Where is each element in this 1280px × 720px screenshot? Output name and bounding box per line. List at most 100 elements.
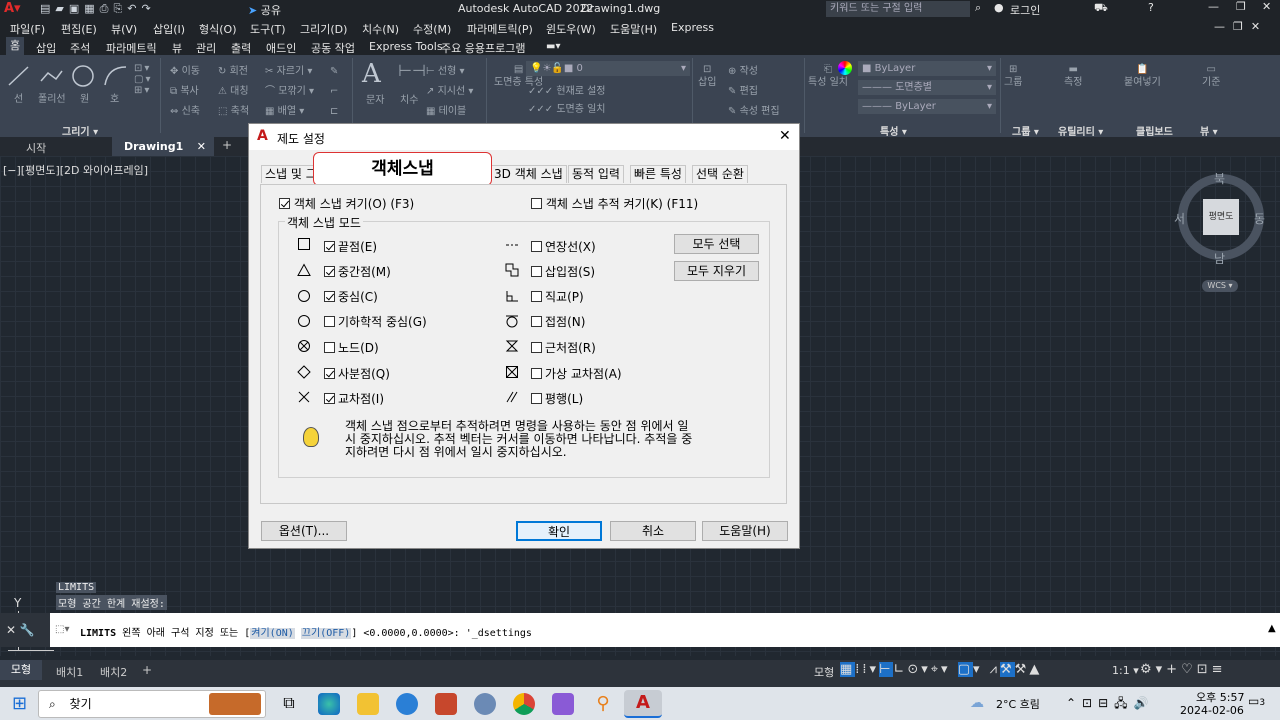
dialog-title-bar[interactable]: A 제도 설정 ✕ — [249, 124, 799, 150]
help-button[interactable]: 도움말(H) — [702, 521, 788, 541]
chrome-icon[interactable] — [513, 693, 535, 715]
match-layer-button[interactable]: ✓✓✓ 도면층 일치 — [528, 100, 606, 115]
weather-label[interactable]: 2°C 흐림 — [996, 696, 1040, 712]
osnap-tracking-checkbox[interactable]: 객체 스냅 추적 켜기(K) (F11) — [531, 195, 698, 212]
tab-annotate[interactable]: 주석 — [70, 40, 90, 56]
dimension-tool-label[interactable]: 치수 — [400, 91, 418, 106]
viewport-controls-label[interactable]: [−][평면도][2D 와이어프레임] — [3, 162, 148, 178]
draw-group-title[interactable]: 그리기 ▾ — [62, 123, 98, 138]
command-line-handle[interactable]: ✕ 🔧 — [0, 613, 50, 647]
right-mode-checkbox[interactable]: 직교(P) — [531, 288, 584, 305]
create-block-button[interactable]: ⊕ 작성 — [728, 62, 758, 77]
text-tool-icon[interactable]: A — [362, 59, 381, 89]
viewcube-east[interactable]: 동 — [1254, 210, 1265, 227]
base-view-button[interactable]: ▭ 기준 — [1202, 63, 1220, 89]
help-icon[interactable]: ? — [1148, 1, 1154, 14]
search-app-icon[interactable]: ⚲ — [592, 693, 614, 715]
clock-time[interactable]: 오후 5:57 — [1196, 689, 1244, 705]
array-tool[interactable]: ▦ 배열 ▾ — [265, 102, 304, 117]
close-button[interactable]: ✕ — [1262, 0, 1271, 13]
share-button[interactable]: ➤ 공유 — [248, 2, 281, 18]
set-current-button[interactable]: ✓✓✓ 현재로 설정 — [528, 82, 606, 97]
user-icon[interactable]: ● — [994, 1, 1004, 14]
circle-icon[interactable] — [70, 63, 96, 89]
polyline-icon[interactable] — [38, 63, 64, 89]
ok-button[interactable]: 확인 — [516, 521, 602, 541]
menu-file[interactable]: 파일(F) — [10, 21, 45, 37]
scale-tool[interactable]: ⬚ 축척 — [218, 102, 249, 117]
windows-start-icon[interactable]: ⊞ — [12, 693, 27, 714]
utilities-group-title[interactable]: 유틸리티 ▾ — [1058, 123, 1103, 138]
new-tab-button[interactable]: + — [222, 138, 232, 152]
draw-extra-icons[interactable]: ⊡▾ ▢▾ ⊞▾ — [134, 63, 152, 96]
option-off[interactable]: 끄기(OFF) — [300, 628, 352, 639]
tab-output[interactable]: 출력 — [231, 40, 251, 56]
edit-attrib-button[interactable]: ✎ 속성 편집 — [728, 102, 780, 117]
left-mode-checkbox[interactable]: 중간점(M) — [324, 263, 391, 280]
drawing-tab[interactable]: Drawing1 ✕ — [112, 137, 214, 156]
left-mode-checkbox[interactable]: 끝점(E) — [324, 238, 377, 255]
command-prompt-icon[interactable]: ⬚▾ — [55, 624, 69, 635]
autocad-logo-icon[interactable]: A▾ — [4, 1, 21, 17]
ribbon-toggle-icon[interactable]: ▬▾ — [546, 41, 560, 52]
status-tool-icons[interactable]: ▦⁞⁞▾⊢∟⊙▾⌖▾ ▢▾ ⩘⚒⚒▲ — [840, 662, 1042, 677]
right-mode-checkbox[interactable]: 근처점(R) — [531, 339, 596, 356]
mirror-tool[interactable]: ⚠ 대칭 — [218, 82, 249, 97]
left-mode-checkbox[interactable]: 노드(D) — [324, 339, 379, 356]
clock-date[interactable]: 2024-02-06 — [1180, 704, 1244, 717]
menu-help[interactable]: 도움말(H) — [610, 21, 657, 37]
lineweight-dropdown[interactable]: ——— ByLayer ▾ — [858, 99, 996, 114]
start-tab[interactable]: 시작 — [26, 140, 46, 156]
menu-view[interactable]: 뷰(V) — [111, 21, 137, 37]
properties-group-title[interactable]: 특성 ▾ — [880, 123, 907, 138]
viewcube-north[interactable]: 북 — [1214, 170, 1225, 187]
taskbar-search[interactable]: ⌕ 찾기 — [38, 690, 266, 718]
text-tool-label[interactable]: 문자 — [366, 91, 384, 106]
minimize-button[interactable]: — — [1208, 0, 1219, 13]
scale-button[interactable]: 1:1 ▾ — [1112, 664, 1139, 677]
tab-view[interactable]: 뷰 — [172, 40, 182, 56]
line-icon[interactable] — [6, 63, 32, 89]
notification-icon[interactable]: ▭3 — [1248, 694, 1265, 708]
explorer-icon[interactable] — [357, 693, 379, 715]
right-mode-checkbox[interactable]: 삽입점(S) — [531, 263, 595, 280]
edge-icon[interactable] — [318, 693, 340, 715]
tab-featured-apps[interactable]: 주요 응용프로그램 — [441, 40, 525, 56]
menu-tools[interactable]: 도구(T) — [250, 21, 286, 37]
trim-tool[interactable]: ✂ 자르기 ▾ — [265, 62, 312, 77]
leader-tool[interactable]: ↗ 지시선 ▾ — [426, 82, 473, 97]
layer-dropdown[interactable]: 💡☀🔓■ 0 ▾ — [526, 61, 690, 76]
move-tool[interactable]: ✥ 이동 — [170, 62, 200, 77]
close-tab-icon[interactable]: ✕ — [197, 137, 206, 156]
insert-block-button[interactable]: ⊡ 삽입 — [698, 63, 716, 89]
copy-tool[interactable]: ⧉ 복사 — [170, 82, 199, 97]
dimension-tool-icon[interactable]: ⊢⊣ — [398, 61, 426, 80]
right-mode-checkbox[interactable]: 연장선(X) — [531, 238, 596, 255]
color-wheel-icon[interactable] — [838, 61, 852, 75]
left-mode-checkbox[interactable]: 기하학적 중심(G) — [324, 313, 427, 330]
linear-dim-tool[interactable]: ⊢ 선형 ▾ — [426, 62, 465, 77]
ie-icon[interactable] — [396, 693, 418, 715]
menu-express[interactable]: Express — [671, 21, 714, 34]
paste-button[interactable]: 📋 붙여넣기 — [1124, 63, 1161, 89]
tray-icons[interactable]: ⌃⊡⊟🖧🔊 — [1066, 694, 1155, 715]
cart-icon[interactable]: ⛟ — [1094, 1, 1108, 16]
right-mode-checkbox[interactable]: 평행(L) — [531, 390, 583, 407]
viewcube-south[interactable]: 남 — [1214, 250, 1225, 267]
command-history-expand-icon[interactable]: ▲ — [1268, 623, 1276, 634]
tab-selection-cycling[interactable]: 선택 순환 — [692, 165, 748, 183]
edit-block-button[interactable]: ✎ 편집 — [728, 82, 758, 97]
menu-dimension[interactable]: 치수(N) — [362, 21, 399, 37]
fillet-tool[interactable]: ⌒ 모깎기 ▾ — [265, 82, 314, 97]
option-on[interactable]: 켜기(ON) — [250, 628, 295, 639]
options-button[interactable]: 옵션(T)... — [261, 521, 347, 541]
arc-app-icon[interactable] — [552, 693, 574, 715]
quick-access-toolbar[interactable]: ▤▰▣▦⎙⎘↶↷ — [40, 2, 156, 16]
command-text[interactable]: LIMITS 왼쪽 아래 구석 지정 또는 [켜기(ON) 끄기(OFF)] <… — [80, 624, 532, 639]
layout1-tab[interactable]: 배치1 — [56, 664, 83, 680]
view-group-title[interactable]: 뷰 ▾ — [1200, 123, 1218, 138]
layout2-tab[interactable]: 배치2 — [100, 664, 127, 680]
left-mode-checkbox[interactable]: 사분점(Q) — [324, 365, 390, 382]
tab-parametric[interactable]: 파라메트릭 — [106, 40, 157, 56]
tab-insert[interactable]: 삽입 — [36, 40, 56, 56]
